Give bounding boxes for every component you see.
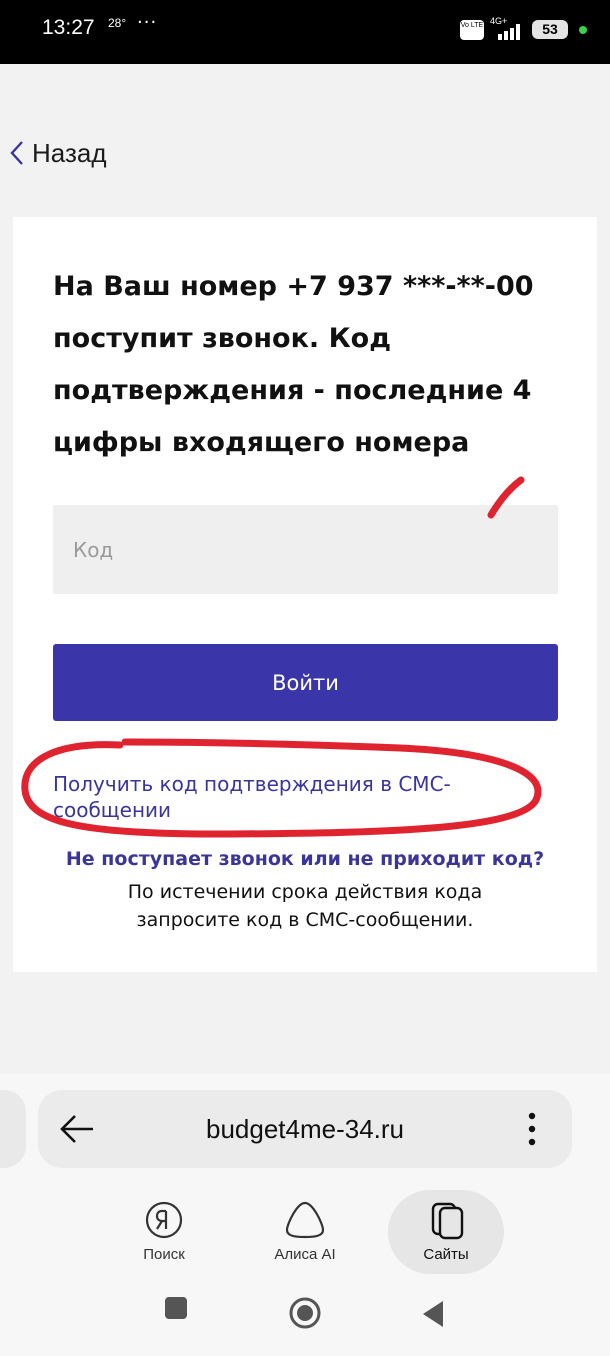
- help-text: По истечении срока действия кода запроси…: [127, 881, 483, 931]
- back-button[interactable]: Назад: [10, 136, 107, 170]
- arrow-left-icon[interactable]: [58, 1110, 96, 1148]
- code-input[interactable]: [53, 505, 558, 594]
- nav-alice[interactable]: Алиса AI: [247, 1190, 363, 1274]
- home-icon[interactable]: [288, 1296, 322, 1330]
- status-temperature: 28°: [108, 16, 127, 30]
- nav-sites-label: Сайты: [423, 1246, 469, 1263]
- url-text[interactable]: budget4me-34.ru: [150, 1110, 460, 1148]
- yandex-search-icon: [145, 1201, 183, 1239]
- status-bar: 13:27 28° ··· Vo LTE 4G+ 53: [0, 0, 610, 64]
- battery-icon: 53: [532, 20, 568, 39]
- previous-tab[interactable]: [0, 1090, 26, 1168]
- status-time: 13:27: [42, 16, 95, 39]
- more-vertical-icon[interactable]: [522, 1111, 542, 1147]
- volte-icon: Vo LTE: [460, 20, 484, 40]
- back-triangle-icon[interactable]: [421, 1300, 445, 1328]
- nav-search-label: Поиск: [143, 1246, 185, 1263]
- nav-sites[interactable]: Сайты: [388, 1190, 504, 1274]
- nav-search[interactable]: Поиск: [106, 1190, 222, 1274]
- verification-card: На Ваш номер +7 937 ***-**-00 поступит з…: [13, 217, 597, 972]
- help-link[interactable]: Не поступает звонок или не приходит код?: [13, 848, 597, 870]
- privacy-indicator-icon: [579, 26, 587, 34]
- sms-code-link[interactable]: Получить код подтверждения в СМС-сообщен…: [53, 771, 513, 823]
- tabs-icon: [431, 1202, 464, 1240]
- back-label: Назад: [32, 137, 107, 168]
- login-button[interactable]: Войти: [53, 644, 558, 721]
- signal-icon: [498, 24, 520, 40]
- status-more-icon: ···: [137, 12, 158, 33]
- recents-icon[interactable]: [164, 1296, 188, 1320]
- chevron-left-icon: [10, 141, 23, 165]
- nav-alice-label: Алиса AI: [274, 1246, 336, 1263]
- alice-icon: [285, 1201, 325, 1239]
- page-title: На Ваш номер +7 937 ***-**-00 поступит з…: [53, 271, 534, 458]
